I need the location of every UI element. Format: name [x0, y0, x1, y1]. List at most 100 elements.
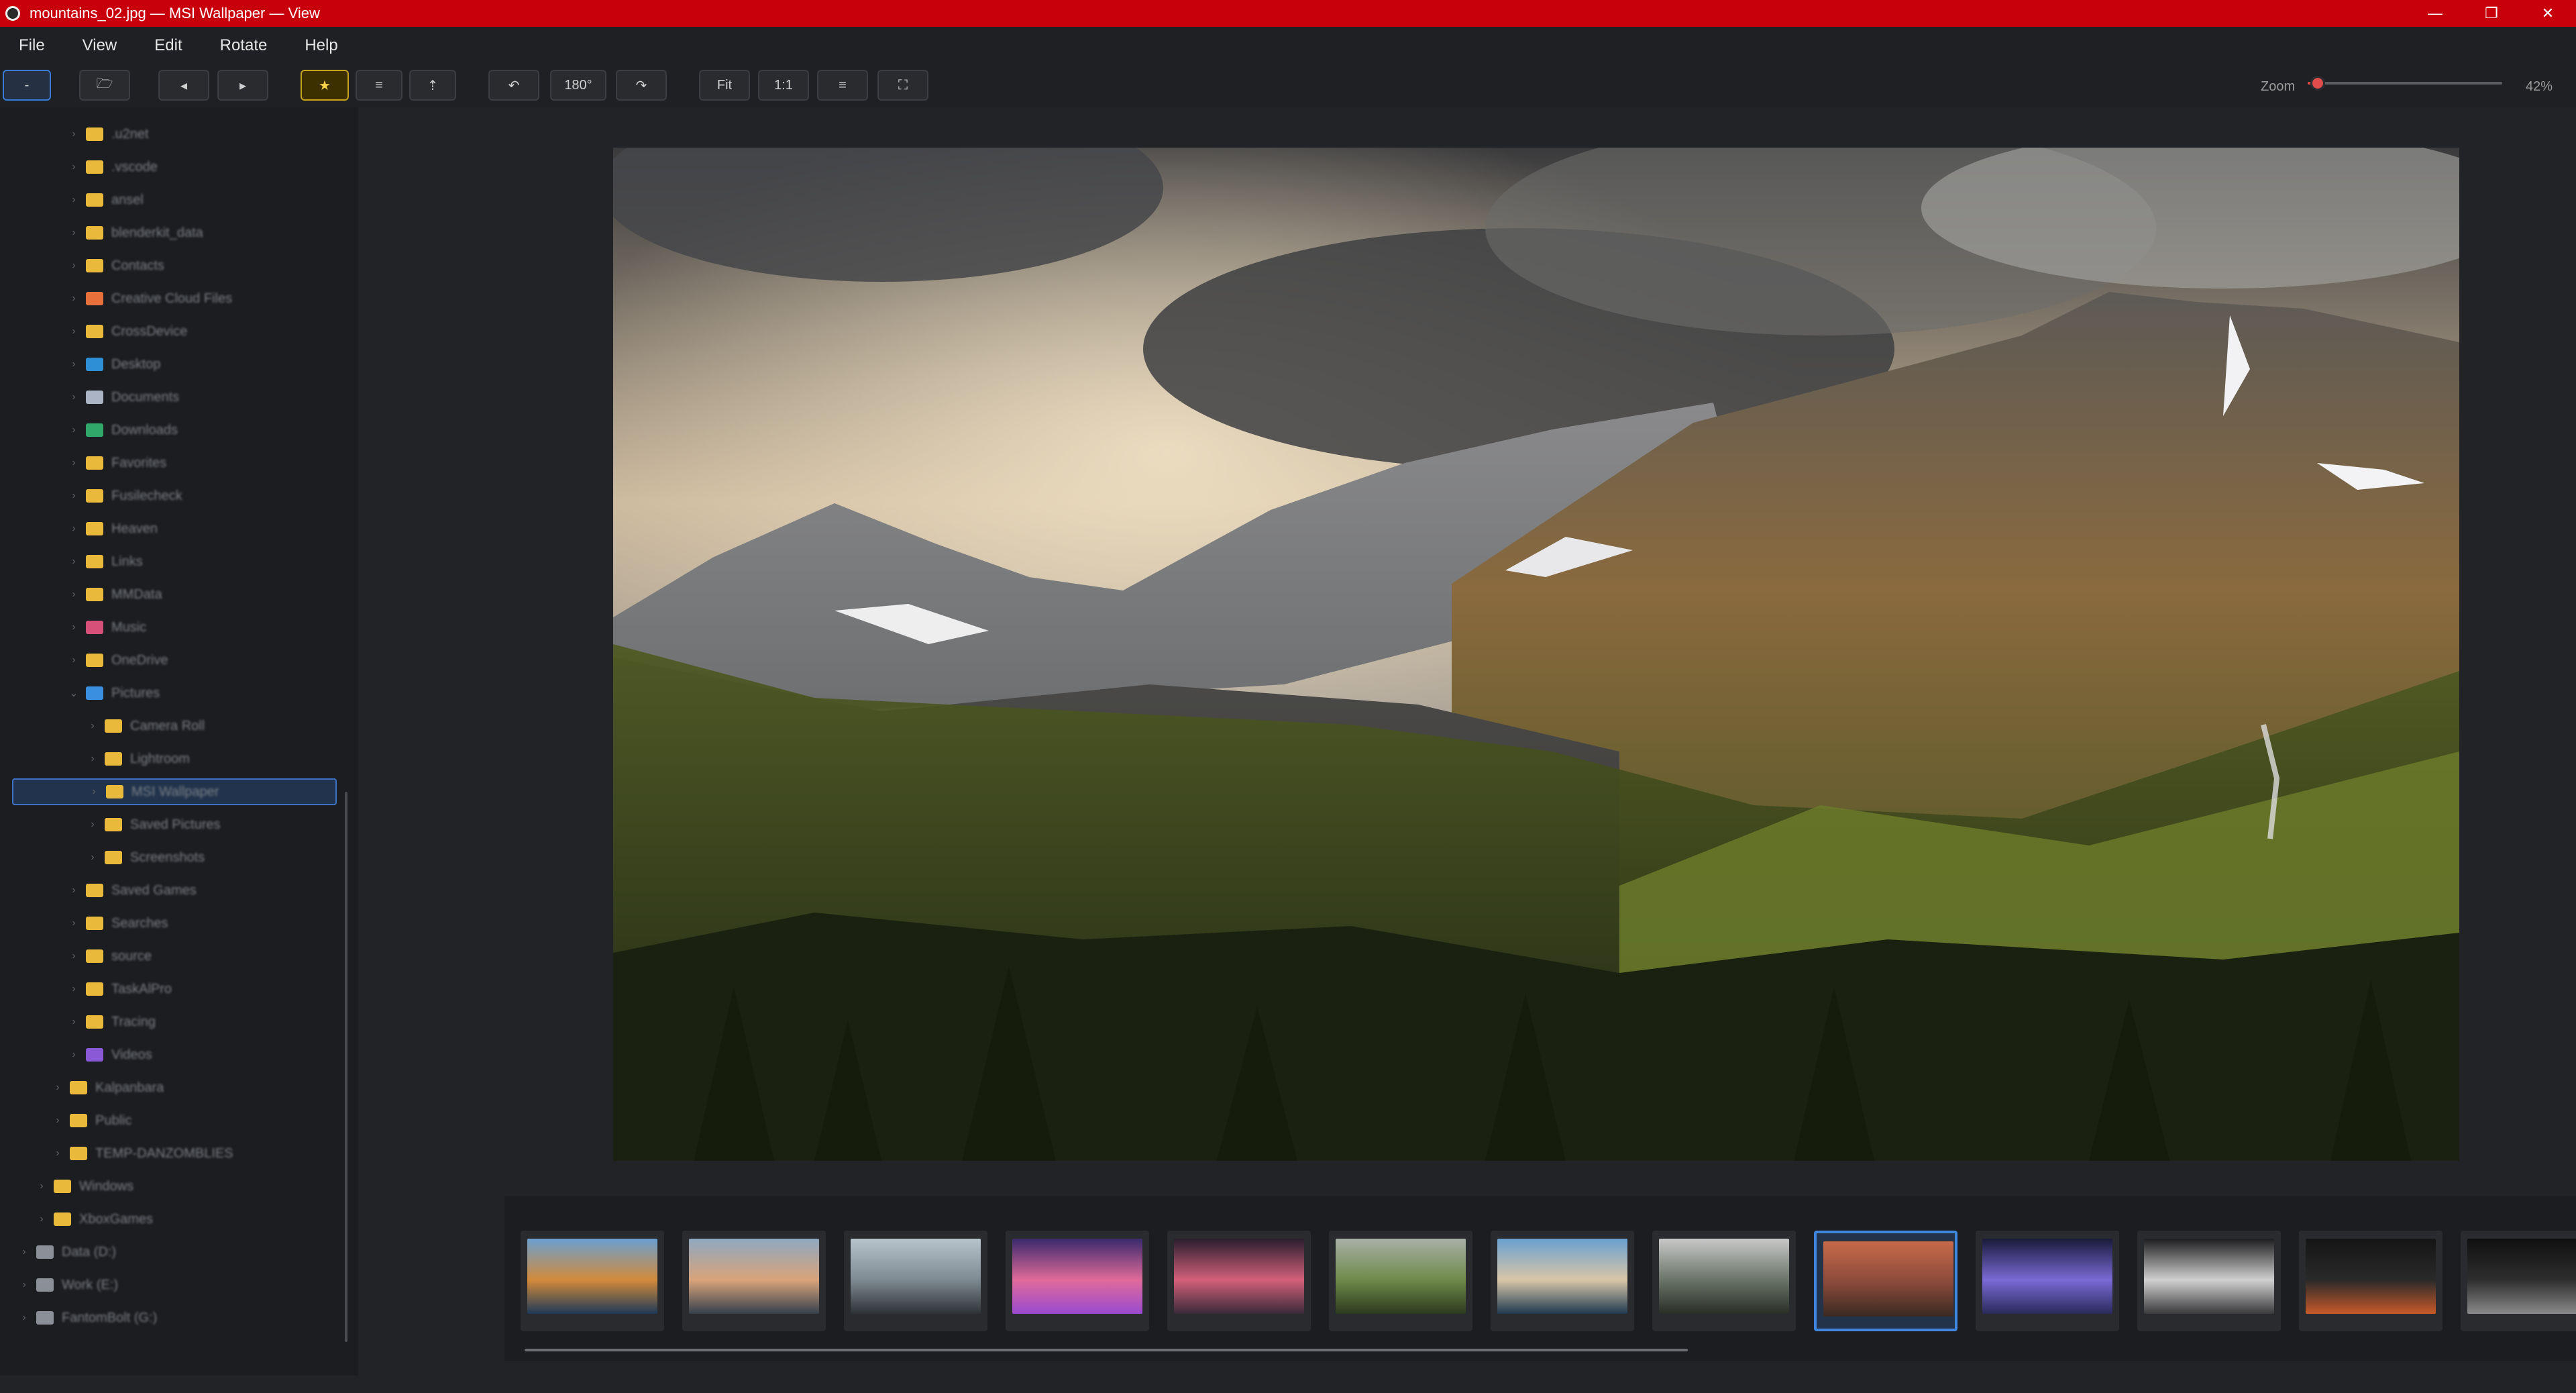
tree-item[interactable]: › source [67, 943, 152, 970]
thumbnail[interactable] [844, 1231, 987, 1331]
tree-item[interactable]: › Heaven [67, 515, 158, 542]
set-wallpaper-button[interactable]: ⇡ [409, 70, 456, 101]
favorite-button[interactable]: ★ [301, 70, 349, 101]
chevron-icon[interactable]: › [67, 1016, 80, 1028]
chevron-icon[interactable]: › [67, 1049, 80, 1061]
chevron-icon[interactable]: › [87, 786, 101, 798]
tree-item[interactable]: › Videos [67, 1041, 152, 1068]
chevron-icon[interactable]: › [67, 227, 80, 239]
chevron-icon[interactable]: › [67, 128, 80, 140]
thumbnail[interactable] [2137, 1231, 2281, 1331]
tree-item[interactable]: › TEMP-DANZOMBLIES [51, 1140, 233, 1167]
fullscreen-button[interactable]: ⛶ [877, 70, 928, 101]
thumbnail[interactable] [1976, 1231, 2119, 1331]
folder-tree-scrollbar[interactable] [345, 792, 347, 1342]
chevron-icon[interactable]: › [67, 260, 80, 272]
tree-item[interactable]: › Tracing [67, 1009, 156, 1035]
tree-item[interactable]: › Fusilecheck [67, 482, 182, 509]
restore-button[interactable]: ❐ [2463, 0, 2520, 27]
menu-rotate[interactable]: Rotate [201, 36, 286, 55]
chevron-icon[interactable]: › [17, 1246, 31, 1258]
chevron-icon[interactable]: ⌄ [67, 686, 80, 700]
thumbnail-strip-scrollbar[interactable] [525, 1349, 1688, 1351]
chevron-icon[interactable]: › [67, 654, 80, 666]
actual-size-button[interactable]: 1:1 [758, 70, 809, 101]
chevron-icon[interactable]: › [35, 1180, 48, 1192]
previous-button[interactable]: ◂ [158, 70, 209, 101]
menu-edit[interactable]: Edit [136, 36, 201, 55]
main-image[interactable] [613, 148, 2459, 1161]
open-folder-button[interactable]: 🗁 [79, 70, 130, 101]
chevron-icon[interactable]: › [67, 884, 80, 896]
chevron-icon[interactable]: › [67, 194, 80, 206]
tree-item[interactable]: › TaskAlPro [67, 976, 172, 1002]
tree-item[interactable]: › blenderkit_data [67, 219, 203, 246]
chevron-icon[interactable]: › [86, 819, 99, 831]
chevron-icon[interactable]: › [67, 325, 80, 338]
rotate-right-button[interactable]: ↷ [616, 70, 667, 101]
chevron-icon[interactable]: › [67, 621, 80, 633]
chevron-icon[interactable]: › [67, 523, 80, 535]
chevron-icon[interactable]: › [86, 720, 99, 732]
chevron-icon[interactable]: › [67, 391, 80, 403]
chevron-icon[interactable]: › [86, 852, 99, 864]
list-button[interactable]: ≡ [817, 70, 868, 101]
tree-item[interactable]: › Searches [67, 910, 168, 937]
tree-item[interactable]: › Creative Cloud Files [67, 285, 232, 312]
chevron-icon[interactable]: › [17, 1279, 31, 1291]
thumbnail[interactable] [2461, 1231, 2576, 1331]
chevron-icon[interactable]: › [86, 753, 99, 765]
tree-item[interactable]: › MMData [67, 581, 162, 608]
minimize-button[interactable]: — [2407, 0, 2463, 27]
tree-item[interactable]: › Documents [67, 384, 179, 411]
chevron-icon[interactable]: › [51, 1115, 64, 1127]
tree-item[interactable]: › CrossDevice [67, 318, 187, 345]
thumbnail[interactable] [682, 1231, 826, 1331]
thumbnail[interactable] [1814, 1231, 1957, 1331]
tree-item[interactable]: › .vscode [67, 154, 158, 180]
tree-item[interactable]: › Downloads [67, 417, 178, 444]
chevron-icon[interactable]: › [17, 1312, 31, 1324]
chevron-icon[interactable]: › [67, 556, 80, 568]
tree-item[interactable]: › ansel [67, 187, 143, 213]
thumbnail[interactable] [2299, 1231, 2443, 1331]
chevron-icon[interactable]: › [67, 358, 80, 370]
thumbnail[interactable] [1329, 1231, 1472, 1331]
thumbnail[interactable] [1006, 1231, 1149, 1331]
rotate-180-button[interactable]: 180° [550, 70, 606, 101]
tree-item[interactable]: › Public [51, 1107, 131, 1134]
tree-item[interactable]: › MSI Wallpaper [12, 778, 337, 805]
fit-button[interactable]: Fit [699, 70, 750, 101]
chevron-icon[interactable]: › [67, 457, 80, 469]
tree-item[interactable]: › Desktop [67, 351, 160, 378]
thumbnail[interactable] [1652, 1231, 1796, 1331]
next-button[interactable]: ▸ [217, 70, 268, 101]
chevron-icon[interactable]: › [67, 293, 80, 305]
tree-item[interactable]: › Contacts [67, 252, 164, 279]
menu-help[interactable]: Help [286, 36, 356, 55]
chevron-icon[interactable]: › [67, 161, 80, 173]
close-button[interactable]: ✕ [2520, 0, 2576, 27]
info-button[interactable]: ≡ [356, 70, 402, 101]
zoom-slider[interactable] [2308, 76, 2502, 91]
tree-item[interactable]: › Data (D:) [17, 1239, 116, 1266]
zoom-slider-thumb[interactable] [2310, 76, 2325, 91]
tree-item[interactable]: ⌄ Pictures [67, 680, 160, 707]
tree-item[interactable]: › XboxGames [35, 1206, 153, 1233]
chevron-icon[interactable]: › [51, 1082, 64, 1094]
chevron-icon[interactable]: › [67, 917, 80, 929]
tree-item[interactable]: › Favorites [67, 450, 166, 476]
thumbnail[interactable] [521, 1231, 664, 1331]
tree-item[interactable]: › Kalpanbara [51, 1074, 164, 1101]
tree-item[interactable]: › OneDrive [67, 647, 168, 674]
tree-item[interactable]: › Saved Pictures [86, 811, 220, 838]
tree-item[interactable]: › Screenshots [86, 844, 205, 871]
menu-file[interactable]: File [0, 36, 64, 55]
menu-view[interactable]: View [64, 36, 136, 55]
tree-item[interactable]: › Links [67, 548, 142, 575]
tree-item[interactable]: › Work (E:) [17, 1272, 118, 1298]
tree-item[interactable]: › Camera Roll [86, 713, 205, 739]
tree-item[interactable]: › FantomBolt (G:) [17, 1304, 157, 1331]
chevron-icon[interactable]: › [67, 424, 80, 436]
chevron-icon[interactable]: › [67, 950, 80, 962]
